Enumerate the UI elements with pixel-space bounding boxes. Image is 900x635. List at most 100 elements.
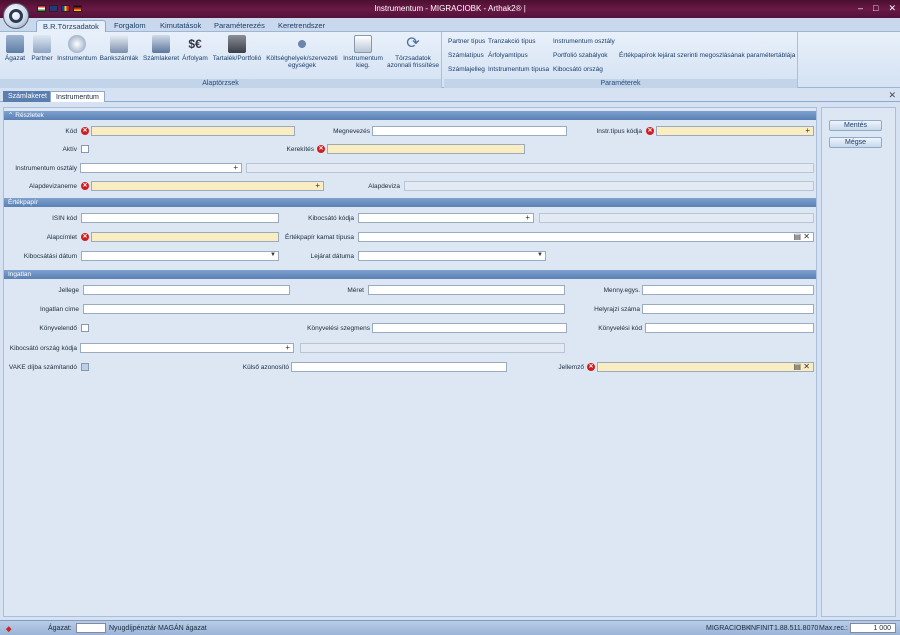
action-pane: Mentés Mégse: [821, 107, 896, 617]
ingatlan-cime-input[interactable]: [83, 304, 565, 314]
megnevezes-input[interactable]: [372, 126, 567, 136]
label-vake-dijba: VAKE díjba számítandó: [8, 364, 77, 371]
portfolio-icon: [228, 35, 246, 53]
doc-tab-szamlakeret[interactable]: Számlakeret: [3, 91, 52, 102]
flag-de-icon[interactable]: [73, 5, 82, 12]
tab-kimutatasok[interactable]: Kimutatások: [154, 20, 207, 32]
section-ingatlan[interactable]: Ingatlan: [4, 270, 816, 279]
konyvelesi-szegmens-input[interactable]: [372, 323, 567, 333]
label-alapdevizaneme: Alapdevizaneme: [28, 183, 77, 190]
ertekpapir-kamat-tipusa-select[interactable]: ▤ ✕: [358, 232, 814, 242]
tartalek-portfolio-button[interactable]: Tartalék/Portfolió: [211, 35, 263, 62]
close-window-icon[interactable]: ✕: [888, 3, 896, 14]
language-flags: [37, 5, 82, 12]
instrumentum-osztaly-lookup[interactable]: +: [80, 163, 242, 173]
label-kod: Kód: [65, 128, 77, 135]
label-lejarat-datuma: Lejárat dátuma: [310, 253, 354, 260]
link-szamlajelleg[interactable]: Számlajelleg: [448, 66, 485, 73]
close-tab-icon[interactable]: ✕: [888, 90, 896, 101]
flag-ro-icon[interactable]: [61, 5, 70, 12]
koltseghelyek-button[interactable]: Költséghelyek/szervezeti egységek: [264, 35, 340, 69]
kibocsato-kodja-lookup[interactable]: +: [358, 213, 534, 223]
aktiv-checkbox[interactable]: [81, 145, 89, 153]
instrumentum-icon: [68, 35, 86, 53]
label-jellege: Jellege: [58, 287, 79, 294]
agazat-value: Nyugdíjpénztár MAGÁN ágazat: [109, 625, 207, 632]
flag-hu-icon[interactable]: [37, 5, 46, 12]
refresh-torzsadatok-button[interactable]: ⟳ Törzsadatok azonnali frissítése: [386, 35, 440, 69]
link-instrumentum-tipusa[interactable]: Intstrumentum típusa: [488, 66, 549, 73]
label-helyrajzi-szama: Helyrajzi száma: [594, 306, 640, 313]
tab-forgalom[interactable]: Forgalom: [108, 20, 152, 32]
plus-icon[interactable]: +: [315, 181, 320, 190]
konyvelesi-kod-input[interactable]: [645, 323, 814, 333]
label-konyvelesi-szegmens: Könyvelési szegmens: [307, 325, 370, 332]
chevron-down-icon[interactable]: ▼: [537, 252, 543, 258]
agazat-code-field[interactable]: [76, 623, 106, 633]
kibocsatasi-datum-picker[interactable]: ▼: [81, 251, 279, 261]
clear-icon[interactable]: ▤ ✕: [794, 232, 810, 241]
minimize-icon[interactable]: –: [858, 3, 863, 14]
link-partner-tipus[interactable]: Partner típus: [448, 38, 485, 45]
plus-icon[interactable]: +: [525, 213, 530, 222]
label-jellemzo: Jellemző: [558, 364, 584, 371]
instrumentum-kieg-button[interactable]: Instrumentum kieg.: [342, 35, 384, 69]
maxrec-input[interactable]: 1 000: [850, 623, 896, 633]
cancel-button[interactable]: Mégse: [829, 137, 882, 148]
partner-button[interactable]: Partner: [28, 35, 56, 62]
meret-input[interactable]: [368, 285, 565, 295]
flag-uk-icon[interactable]: [49, 5, 58, 12]
save-button[interactable]: Mentés: [829, 120, 882, 131]
szamlakeret-button[interactable]: Számlakeret: [141, 35, 181, 62]
konyvelendo-checkbox[interactable]: [81, 324, 89, 332]
link-instrumentum-osztaly[interactable]: Instrumentum osztály: [553, 38, 615, 45]
tab-br-torzsadatok[interactable]: B.R.Törzsadatok: [36, 20, 106, 32]
section-reszletek[interactable]: ⌃ Részletek: [4, 111, 816, 120]
kibocsato-name: [539, 213, 814, 223]
helyrajzi-szama-input[interactable]: [642, 304, 814, 314]
jellege-input[interactable]: [83, 285, 290, 295]
required-icon: ✕: [587, 363, 595, 371]
chevron-down-icon[interactable]: ▼: [270, 252, 276, 258]
link-szamlatipus[interactable]: Számlatípus: [448, 52, 484, 59]
kerekites-input[interactable]: [327, 144, 525, 154]
document-icon: [354, 35, 372, 53]
plus-icon[interactable]: +: [805, 126, 810, 135]
vake-dijba-checkbox[interactable]: [81, 363, 89, 371]
app-menu-orb-icon[interactable]: [3, 3, 29, 29]
alapdeviza-field: [404, 181, 814, 191]
menny-egys-input[interactable]: [642, 285, 814, 295]
kibocsato-orszag-kodja-lookup[interactable]: +: [80, 343, 294, 353]
required-icon: ✕: [646, 127, 654, 135]
agazat-button[interactable]: Ágazat: [3, 35, 27, 62]
link-lejarat-megoszlas[interactable]: Értékpapírok lejárat szerinti megoszlásá…: [619, 52, 795, 59]
alapdevizaneme-lookup[interactable]: +: [91, 181, 324, 191]
label-aktiv: Aktív: [62, 146, 77, 153]
plus-icon[interactable]: +: [233, 163, 238, 172]
link-arfolyamtipus[interactable]: Árfolyamtípus: [488, 52, 528, 59]
document-tabs: Számlakeret Instrumentum ✕: [0, 89, 900, 102]
isin-kod-input[interactable]: [81, 213, 279, 223]
link-portfolio-szabalyok[interactable]: Portfolió szabályok: [553, 52, 608, 59]
alapcimlet-input[interactable]: [91, 232, 279, 242]
clear-icon[interactable]: ▤ ✕: [794, 362, 810, 371]
label-konyvelendo: Könyvelendő: [39, 325, 77, 332]
instrumentum-button[interactable]: Instrumentum: [56, 35, 98, 62]
label-instrumentum-osztaly: Instrumentum osztály: [15, 165, 77, 172]
group-label-alaptorzsek: Alaptörzsek: [0, 79, 441, 88]
lejarat-datuma-picker[interactable]: ▼: [358, 251, 546, 261]
plus-icon[interactable]: +: [285, 343, 290, 352]
link-tranzakcio-tipus[interactable]: Tranzakció típus: [488, 38, 535, 45]
kulso-azonosito-input[interactable]: [291, 362, 507, 372]
arfolyam-button[interactable]: $€ Árfolyam: [181, 35, 209, 62]
tab-parameterezes[interactable]: Paraméterezés: [208, 20, 271, 32]
link-kibocsato-orszag[interactable]: Kibocsátó ország: [553, 66, 603, 73]
tab-keretrendszer[interactable]: Keretrendszer: [272, 20, 331, 32]
jellemzo-select[interactable]: ▤ ✕: [597, 362, 814, 372]
maximize-icon[interactable]: □: [873, 3, 878, 14]
doc-tab-instrumentum[interactable]: Instrumentum: [50, 91, 105, 102]
kod-input[interactable]: [91, 126, 295, 136]
instr-tipus-kodja-lookup[interactable]: +: [656, 126, 814, 136]
section-ertekpapir[interactable]: Értékpapír: [4, 198, 816, 207]
bankszamlak-button[interactable]: Bankszámlák: [98, 35, 140, 62]
